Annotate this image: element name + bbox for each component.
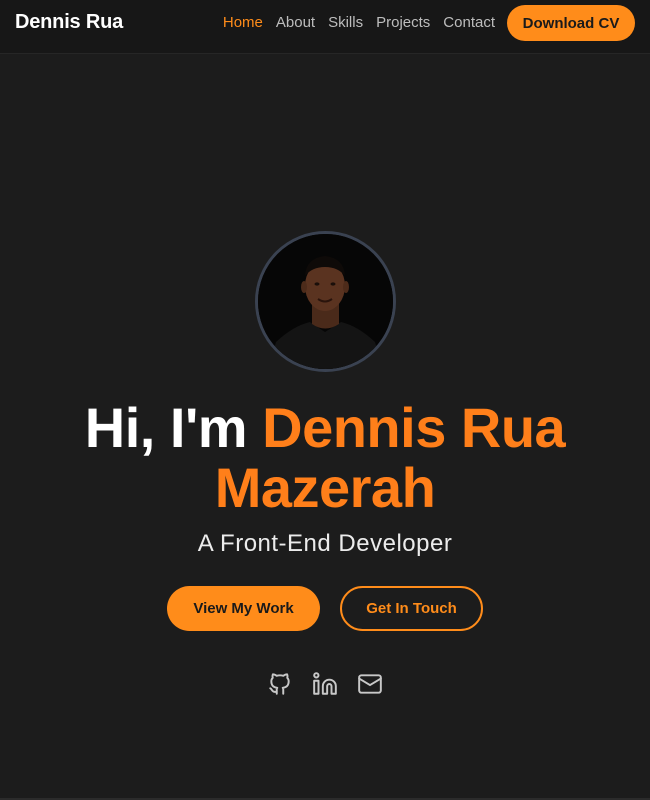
nav-link-home[interactable]: Home: [223, 14, 263, 31]
profile-photo: [258, 234, 393, 369]
download-cv-button[interactable]: Download CV: [507, 5, 635, 41]
nav-link-about[interactable]: About: [276, 14, 315, 31]
hero-title: Hi, I'm Dennis Rua Mazerah: [25, 398, 625, 518]
hero-greeting: Hi, I'm: [84, 396, 263, 459]
get-in-touch-button[interactable]: Get In Touch: [340, 586, 483, 631]
avatar: [255, 231, 396, 372]
view-my-work-button[interactable]: View My Work: [167, 586, 320, 631]
navbar: Dennis Rua Home About Skills Projects Co…: [0, 0, 650, 54]
hero-subtitle: A Front-End Developer: [197, 530, 453, 557]
github-icon[interactable]: [267, 671, 293, 697]
hero-name: Dennis Rua Mazerah: [214, 396, 566, 519]
mail-icon[interactable]: [357, 671, 383, 697]
nav-link-skills[interactable]: Skills: [328, 14, 363, 31]
linkedin-icon[interactable]: [312, 671, 338, 697]
nav-link-projects[interactable]: Projects: [376, 14, 430, 31]
nav-menu: Home About Skills Projects Contact: [223, 14, 495, 32]
brand-logo[interactable]: Dennis Rua: [15, 11, 123, 34]
nav-link-contact[interactable]: Contact: [443, 14, 495, 31]
